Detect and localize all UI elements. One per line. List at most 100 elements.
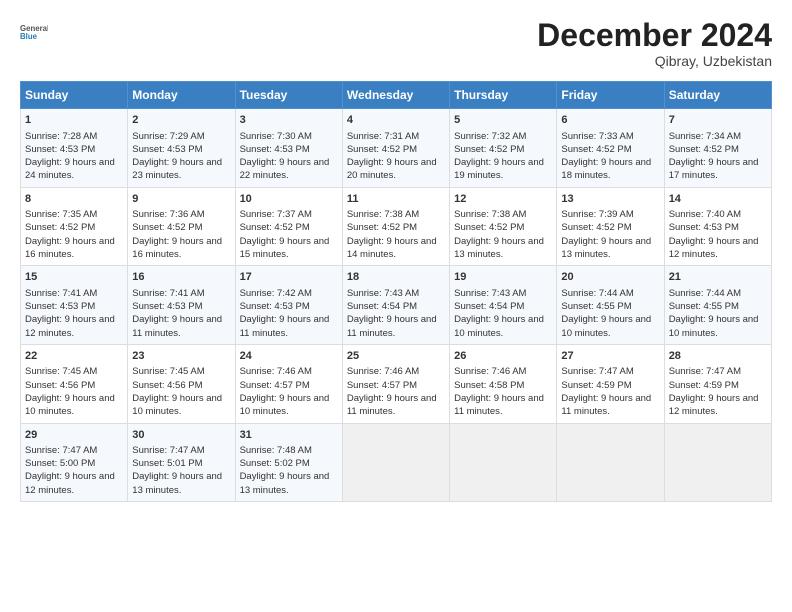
sunrise-label: Sunrise: 7:47 AM xyxy=(25,445,97,456)
sunrise-label: Sunrise: 7:36 AM xyxy=(132,209,204,220)
daylight-label: Daylight: 9 hours and 10 minutes. xyxy=(454,314,544,338)
sunset-label: Sunset: 4:59 PM xyxy=(561,380,631,391)
sunrise-label: Sunrise: 7:47 AM xyxy=(561,366,633,377)
daylight-label: Daylight: 9 hours and 11 minutes. xyxy=(347,393,437,417)
day-number: 31 xyxy=(240,428,338,443)
daylight-label: Daylight: 9 hours and 11 minutes. xyxy=(347,314,437,338)
day-number: 7 xyxy=(669,113,767,128)
subtitle: Qibray, Uzbekistan xyxy=(537,53,772,69)
calendar-cell: 2 Sunrise: 7:29 AM Sunset: 4:53 PM Dayli… xyxy=(128,109,235,188)
day-number: 8 xyxy=(25,192,123,207)
sunset-label: Sunset: 4:52 PM xyxy=(347,144,417,155)
sunset-label: Sunset: 4:58 PM xyxy=(454,380,524,391)
calendar-cell: 19 Sunrise: 7:43 AM Sunset: 4:54 PM Dayl… xyxy=(450,266,557,345)
daylight-label: Daylight: 9 hours and 10 minutes. xyxy=(132,393,222,417)
calendar-cell: 18 Sunrise: 7:43 AM Sunset: 4:54 PM Dayl… xyxy=(342,266,449,345)
calendar-cell: 31 Sunrise: 7:48 AM Sunset: 5:02 PM Dayl… xyxy=(235,423,342,502)
day-number: 14 xyxy=(669,192,767,207)
calendar-cell xyxy=(450,423,557,502)
calendar-cell: 10 Sunrise: 7:37 AM Sunset: 4:52 PM Dayl… xyxy=(235,187,342,266)
sunrise-label: Sunrise: 7:47 AM xyxy=(132,445,204,456)
sunset-label: Sunset: 4:52 PM xyxy=(25,222,95,233)
sunset-label: Sunset: 4:53 PM xyxy=(669,222,739,233)
day-number: 13 xyxy=(561,192,659,207)
day-number: 28 xyxy=(669,349,767,364)
sunset-label: Sunset: 5:01 PM xyxy=(132,458,202,469)
sunrise-label: Sunrise: 7:42 AM xyxy=(240,288,312,299)
sunset-label: Sunset: 4:57 PM xyxy=(347,380,417,391)
daylight-label: Daylight: 9 hours and 19 minutes. xyxy=(454,157,544,181)
calendar-cell: 16 Sunrise: 7:41 AM Sunset: 4:53 PM Dayl… xyxy=(128,266,235,345)
sunset-label: Sunset: 4:53 PM xyxy=(132,301,202,312)
calendar-cell: 15 Sunrise: 7:41 AM Sunset: 4:53 PM Dayl… xyxy=(21,266,128,345)
sunrise-label: Sunrise: 7:34 AM xyxy=(669,131,741,142)
calendar-cell: 24 Sunrise: 7:46 AM Sunset: 4:57 PM Dayl… xyxy=(235,344,342,423)
sunset-label: Sunset: 4:53 PM xyxy=(240,301,310,312)
col-saturday: Saturday xyxy=(664,82,771,109)
sunset-label: Sunset: 4:54 PM xyxy=(454,301,524,312)
day-number: 1 xyxy=(25,113,123,128)
sunrise-label: Sunrise: 7:45 AM xyxy=(25,366,97,377)
daylight-label: Daylight: 9 hours and 23 minutes. xyxy=(132,157,222,181)
day-number: 26 xyxy=(454,349,552,364)
calendar-week-0: 1 Sunrise: 7:28 AM Sunset: 4:53 PM Dayli… xyxy=(21,109,772,188)
sunset-label: Sunset: 4:52 PM xyxy=(561,144,631,155)
daylight-label: Daylight: 9 hours and 12 minutes. xyxy=(25,314,115,338)
day-number: 11 xyxy=(347,192,445,207)
day-number: 30 xyxy=(132,428,230,443)
calendar-cell: 21 Sunrise: 7:44 AM Sunset: 4:55 PM Dayl… xyxy=(664,266,771,345)
day-number: 27 xyxy=(561,349,659,364)
sunrise-label: Sunrise: 7:46 AM xyxy=(347,366,419,377)
day-number: 5 xyxy=(454,113,552,128)
sunrise-label: Sunrise: 7:35 AM xyxy=(25,209,97,220)
sunset-label: Sunset: 4:52 PM xyxy=(454,144,524,155)
col-friday: Friday xyxy=(557,82,664,109)
calendar-cell: 17 Sunrise: 7:42 AM Sunset: 4:53 PM Dayl… xyxy=(235,266,342,345)
sunrise-label: Sunrise: 7:32 AM xyxy=(454,131,526,142)
sunset-label: Sunset: 4:52 PM xyxy=(561,222,631,233)
sunset-label: Sunset: 4:52 PM xyxy=(240,222,310,233)
sunset-label: Sunset: 4:55 PM xyxy=(561,301,631,312)
calendar-week-2: 15 Sunrise: 7:41 AM Sunset: 4:53 PM Dayl… xyxy=(21,266,772,345)
sunrise-label: Sunrise: 7:44 AM xyxy=(669,288,741,299)
calendar-cell: 12 Sunrise: 7:38 AM Sunset: 4:52 PM Dayl… xyxy=(450,187,557,266)
day-number: 20 xyxy=(561,270,659,285)
day-number: 12 xyxy=(454,192,552,207)
sunset-label: Sunset: 4:52 PM xyxy=(347,222,417,233)
day-number: 2 xyxy=(132,113,230,128)
col-tuesday: Tuesday xyxy=(235,82,342,109)
daylight-label: Daylight: 9 hours and 13 minutes. xyxy=(561,236,651,260)
calendar-cell xyxy=(342,423,449,502)
sunset-label: Sunset: 4:52 PM xyxy=(132,222,202,233)
calendar-cell: 30 Sunrise: 7:47 AM Sunset: 5:01 PM Dayl… xyxy=(128,423,235,502)
daylight-label: Daylight: 9 hours and 20 minutes. xyxy=(347,157,437,181)
sunset-label: Sunset: 4:57 PM xyxy=(240,380,310,391)
sunrise-label: Sunrise: 7:43 AM xyxy=(347,288,419,299)
day-number: 29 xyxy=(25,428,123,443)
calendar-cell: 7 Sunrise: 7:34 AM Sunset: 4:52 PM Dayli… xyxy=(664,109,771,188)
day-number: 17 xyxy=(240,270,338,285)
sunrise-label: Sunrise: 7:28 AM xyxy=(25,131,97,142)
daylight-label: Daylight: 9 hours and 12 minutes. xyxy=(25,471,115,495)
daylight-label: Daylight: 9 hours and 17 minutes. xyxy=(669,157,759,181)
col-wednesday: Wednesday xyxy=(342,82,449,109)
header-row: Sunday Monday Tuesday Wednesday Thursday… xyxy=(21,82,772,109)
sunrise-label: Sunrise: 7:29 AM xyxy=(132,131,204,142)
day-number: 21 xyxy=(669,270,767,285)
daylight-label: Daylight: 9 hours and 10 minutes. xyxy=(240,393,330,417)
calendar-cell: 22 Sunrise: 7:45 AM Sunset: 4:56 PM Dayl… xyxy=(21,344,128,423)
daylight-label: Daylight: 9 hours and 16 minutes. xyxy=(132,236,222,260)
calendar-week-4: 29 Sunrise: 7:47 AM Sunset: 5:00 PM Dayl… xyxy=(21,423,772,502)
day-number: 9 xyxy=(132,192,230,207)
calendar-cell: 28 Sunrise: 7:47 AM Sunset: 4:59 PM Dayl… xyxy=(664,344,771,423)
daylight-label: Daylight: 9 hours and 10 minutes. xyxy=(669,314,759,338)
sunrise-label: Sunrise: 7:46 AM xyxy=(240,366,312,377)
sunrise-label: Sunrise: 7:41 AM xyxy=(25,288,97,299)
daylight-label: Daylight: 9 hours and 13 minutes. xyxy=(240,471,330,495)
title-block: December 2024 Qibray, Uzbekistan xyxy=(537,18,772,69)
day-number: 15 xyxy=(25,270,123,285)
sunset-label: Sunset: 4:55 PM xyxy=(669,301,739,312)
calendar-cell: 26 Sunrise: 7:46 AM Sunset: 4:58 PM Dayl… xyxy=(450,344,557,423)
sunrise-label: Sunrise: 7:38 AM xyxy=(347,209,419,220)
day-number: 25 xyxy=(347,349,445,364)
